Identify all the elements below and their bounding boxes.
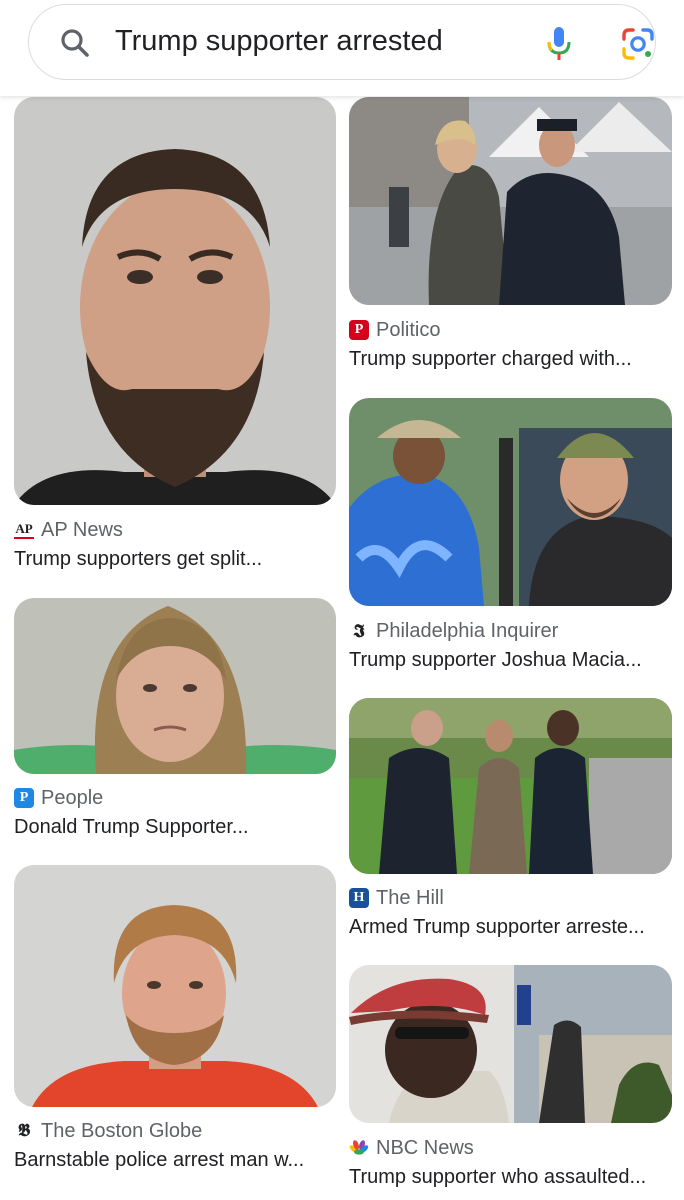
source-name: NBC News [376,1136,474,1159]
result-source[interactable]: NBC News [349,1135,474,1161]
search-bar[interactable]: Trump supporter arrested [28,4,656,80]
google-lens-icon[interactable] [621,27,655,61]
the-hill-icon: H [349,888,369,908]
source-name: Politico [376,318,441,341]
result-thumbnail[interactable] [349,398,672,606]
result-source[interactable]: H The Hill [349,885,444,911]
result-title[interactable]: Trump supporter charged with... [349,348,672,371]
image-result-card[interactable]: AP AP News Trump supporters get split... [14,97,336,575]
politico-icon: P [349,320,369,340]
result-title[interactable]: Barnstable police arrest man w... [14,1149,336,1172]
result-title[interactable]: Armed Trump supporter arreste... [349,916,672,939]
image-result-card[interactable]: NBC News Trump supporter who assaulted..… [349,965,672,1195]
image-result-card[interactable]: H The Hill Armed Trump supporter arreste… [349,698,672,946]
nbc-news-icon [349,1140,369,1155]
boston-globe-icon: 𝕭 [17,1121,31,1140]
result-title[interactable]: Trump supporters get split... [14,548,336,571]
ap-news-icon: AP [14,521,34,539]
result-title[interactable]: Trump supporter Joshua Macia... [349,649,672,672]
result-thumbnail[interactable] [349,698,672,874]
result-source[interactable]: 𝕴 Philadelphia Inquirer [349,618,558,644]
people-icon: P [14,788,34,808]
source-name: AP News [41,518,123,541]
result-thumbnail[interactable] [349,965,672,1123]
result-thumbnail[interactable] [14,865,336,1107]
search-header: Trump supporter arrested [0,0,684,96]
microphone-icon[interactable] [545,25,573,63]
result-source[interactable]: 𝕭 The Boston Globe [14,1118,202,1144]
image-result-card[interactable]: 𝕭 The Boston Globe Barnstable police arr… [14,865,336,1175]
result-source[interactable]: P Politico [349,317,440,343]
result-title[interactable]: Donald Trump Supporter... [14,816,336,839]
image-result-card[interactable]: P Politico Trump supporter charged with.… [349,97,672,377]
image-result-card[interactable]: 𝕴 Philadelphia Inquirer Trump supporter … [349,398,672,678]
philadelphia-inquirer-icon: 𝕴 [353,620,365,641]
source-name: The Hill [376,886,444,909]
source-name: Philadelphia Inquirer [376,619,559,642]
search-icon[interactable] [59,27,91,59]
result-thumbnail[interactable] [349,97,672,305]
result-source[interactable]: AP AP News [14,517,123,543]
image-result-card[interactable]: P People Donald Trump Supporter... [14,598,336,844]
source-name: People [41,786,104,809]
result-source[interactable]: P People [14,785,103,811]
result-thumbnail[interactable] [14,598,336,774]
result-title[interactable]: Trump supporter who assaulted... [349,1166,672,1189]
result-thumbnail[interactable] [14,97,336,505]
source-name: The Boston Globe [41,1119,203,1142]
search-input[interactable]: Trump supporter arrested [115,25,443,58]
